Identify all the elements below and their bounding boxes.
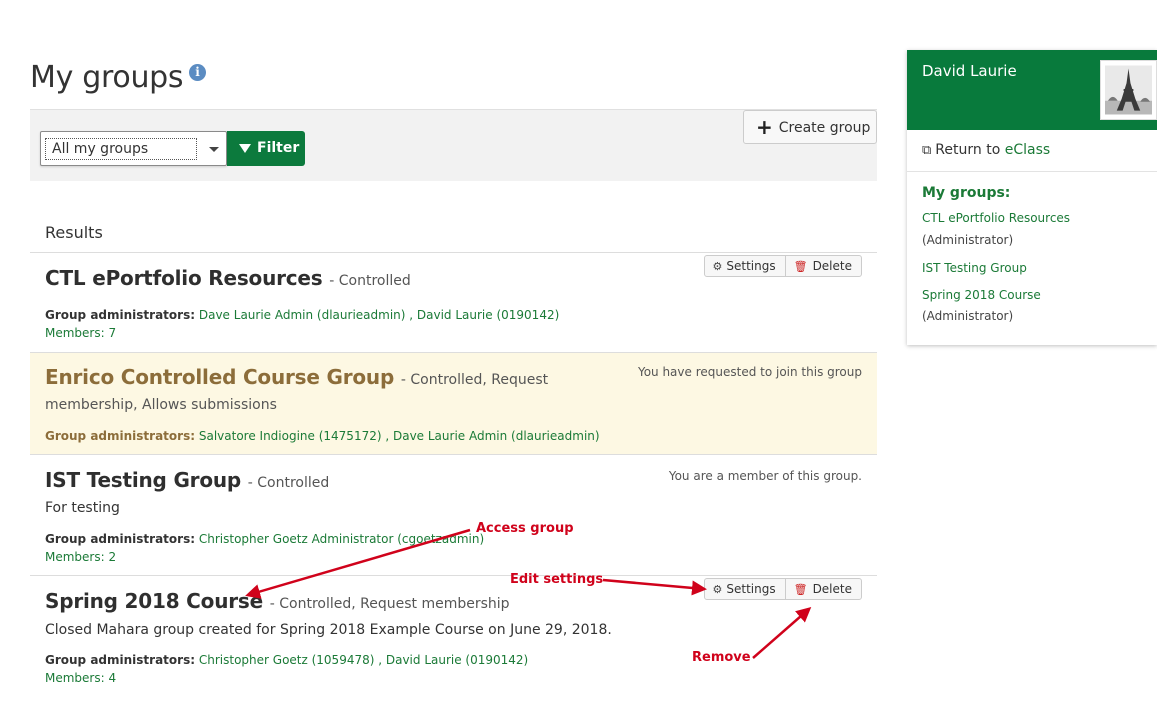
group-members-link[interactable]: Members: 7	[45, 326, 116, 340]
group-name: Enrico Controlled Course Group	[45, 365, 395, 389]
admins-links[interactable]: Christopher Goetz Administrator (cgoetza…	[199, 532, 484, 546]
external-link-icon: ⧉	[922, 143, 932, 158]
page-title: My groups	[30, 60, 184, 95]
create-group-button[interactable]: + Create group	[743, 110, 877, 144]
group-type: - Controlled, Request	[400, 372, 549, 388]
select-value: All my groups	[45, 138, 197, 160]
group-type: - Controlled	[329, 273, 411, 289]
group-row: Spring 2018 Course - Controlled, Request…	[30, 575, 877, 695]
settings-label: Settings	[726, 582, 776, 596]
access-group-annotation: Access group	[476, 521, 574, 536]
delete-button[interactable]: 🗑 Delete	[784, 579, 861, 599]
admins-links[interactable]: Christopher Goetz (1059478) , David Laur…	[199, 653, 528, 667]
membership-status: You have requested to join this group	[637, 365, 862, 379]
filter-button[interactable]: Filter	[227, 131, 305, 166]
sidebar-group-role: (Administrator)	[922, 233, 1014, 247]
sidebar-divider	[907, 171, 1157, 172]
return-to-eclass-link[interactable]: ⧉ Return to eClass	[922, 142, 1050, 158]
admins-links[interactable]: Dave Laurie Admin (dlaurieadmin) , David…	[199, 308, 559, 322]
group-type: - Controlled, Request membership	[269, 596, 510, 612]
sidebar-group-link[interactable]: IST Testing Group	[922, 261, 1027, 275]
user-header: David Laurie	[907, 50, 1157, 130]
create-group-label: Create group	[778, 120, 871, 136]
sidebar-group-link[interactable]: CTL ePortfolio Resources	[922, 211, 1070, 225]
group-row: Enrico Controlled Course Group - Control…	[30, 352, 877, 454]
filter-icon	[239, 144, 251, 153]
filter-bar: All my groups Filter + Create group	[30, 109, 877, 181]
gear-icon: ⚙	[712, 583, 723, 596]
group-row: CTL ePortfolio Resources - Controlled ⚙ S…	[30, 252, 877, 352]
group-title-link[interactable]: IST Testing Group - Controlled	[45, 468, 329, 492]
edit-settings-annotation: Edit settings	[510, 572, 604, 587]
info-icon[interactable]: i	[189, 64, 206, 81]
settings-button[interactable]: ⚙ Settings	[705, 256, 785, 276]
plus-icon: +	[756, 115, 773, 139]
filter-button-label: Filter	[257, 140, 300, 156]
admins-label: Group administrators:	[45, 532, 196, 546]
group-actions: ⚙ Settings 🗑 Delete	[703, 578, 862, 600]
avatar[interactable]	[1100, 60, 1157, 120]
group-admins: Group administrators: Christopher Goetz …	[45, 653, 528, 667]
chevron-down-icon	[209, 147, 219, 152]
gear-icon: ⚙	[712, 260, 723, 273]
group-filter-select[interactable]: All my groups	[40, 131, 227, 166]
remove-annotation: Remove	[692, 650, 751, 665]
admins-label: Group administrators:	[45, 429, 196, 443]
group-type: - Controlled	[247, 475, 330, 491]
group-type-continued: membership, Allows submissions	[45, 397, 277, 413]
group-admins: Group administrators: Dave Laurie Admin …	[45, 308, 559, 322]
admins-label: Group administrators:	[45, 653, 196, 667]
group-description: For testing	[45, 500, 120, 516]
membership-status: You are a member of this group.	[668, 469, 862, 483]
delete-label: Delete	[812, 582, 852, 596]
group-admins: Group administrators: Salvatore Indiogin…	[45, 429, 600, 443]
group-name: Spring 2018 Course	[45, 589, 263, 613]
user-name-link[interactable]: David Laurie	[922, 62, 1017, 80]
admins-label: Group administrators:	[45, 308, 196, 322]
group-members-link[interactable]: Members: 4	[45, 671, 116, 685]
group-title-link[interactable]: Spring 2018 Course - Controlled, Request…	[45, 589, 510, 613]
settings-label: Settings	[726, 259, 776, 273]
sidebar-group-link[interactable]: Spring 2018 Course	[922, 288, 1041, 302]
results-heading: Results	[45, 223, 103, 242]
delete-button[interactable]: 🗑 Delete	[784, 256, 861, 276]
trash-icon: 🗑	[793, 260, 808, 273]
eclass-label: eClass	[1004, 142, 1051, 158]
group-description: Closed Mahara group created for Spring 2…	[45, 622, 612, 638]
group-name: IST Testing Group	[45, 468, 242, 492]
settings-button[interactable]: ⚙ Settings	[705, 579, 785, 599]
group-actions: ⚙ Settings 🗑 Delete	[703, 255, 862, 277]
group-row: IST Testing Group - Controlled You are a…	[30, 454, 877, 575]
group-admins: Group administrators: Christopher Goetz …	[45, 532, 484, 546]
group-title-link[interactable]: Enrico Controlled Course Group - Control…	[45, 365, 548, 389]
trash-icon: 🗑	[793, 583, 808, 596]
eiffel-tower-photo-icon	[1105, 65, 1152, 115]
group-title-link[interactable]: CTL ePortfolio Resources - Controlled	[45, 266, 411, 290]
delete-label: Delete	[812, 259, 852, 273]
group-members-link[interactable]: Members: 2	[45, 550, 116, 564]
return-prefix: Return to	[935, 142, 1005, 158]
sidebar-group-role: (Administrator)	[922, 309, 1014, 323]
my-groups-heading: My groups:	[922, 185, 1011, 201]
user-sidebar: David Laurie ⧉ Return to eClass My groups…	[907, 50, 1157, 345]
group-name: CTL ePortfolio Resources	[45, 266, 323, 290]
admins-links[interactable]: Salvatore Indiogine (1475172) , Dave Lau…	[199, 429, 600, 443]
